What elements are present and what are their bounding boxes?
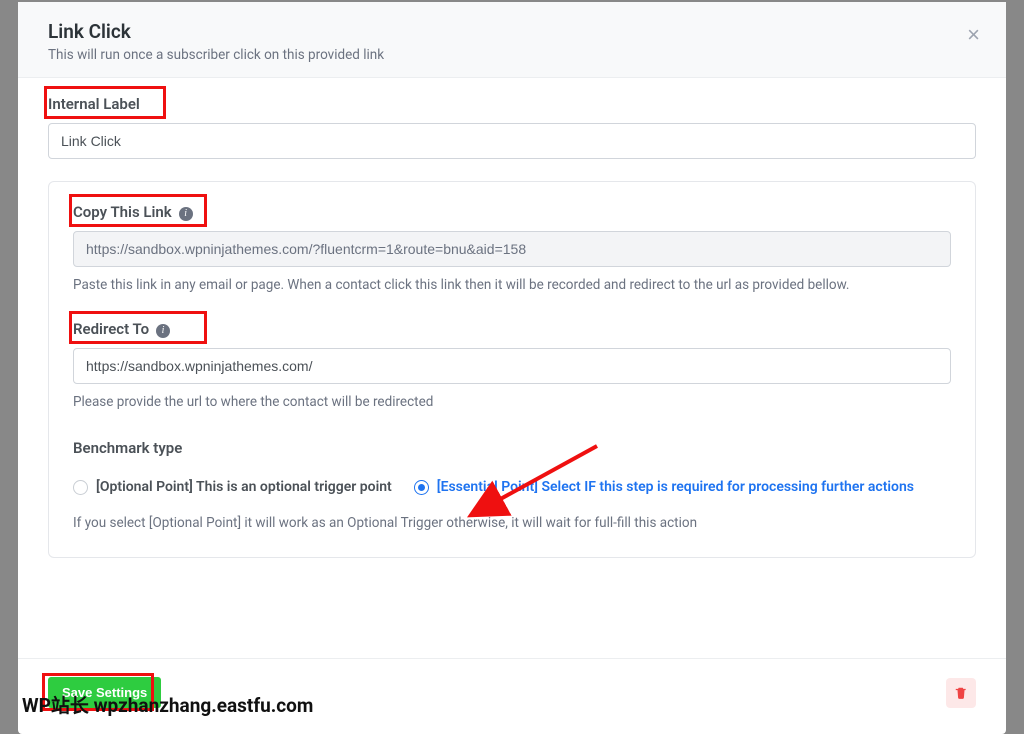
info-icon[interactable]: i: [156, 324, 170, 338]
radio-optional[interactable]: [Optional Point] This is an optional tri…: [73, 479, 392, 495]
benchmark-hint: If you select [Optional Point] it will w…: [73, 515, 951, 531]
radio-optional-label: [Optional Point] This is an optional tri…: [96, 479, 392, 495]
save-settings-button[interactable]: Save Settings: [48, 677, 161, 708]
redirect-heading: Redirect To: [73, 320, 149, 338]
settings-card: Copy This Link i Paste this link in any …: [48, 181, 976, 558]
info-icon[interactable]: i: [179, 207, 193, 221]
close-button[interactable]: ×: [967, 24, 980, 46]
redirect-input[interactable]: [73, 348, 951, 384]
copy-link-input[interactable]: [73, 231, 951, 267]
modal-header: Link Click This will run once a subscrib…: [18, 2, 1006, 78]
modal-title: Link Click: [48, 20, 976, 43]
benchmark-radio-group: [Optional Point] This is an optional tri…: [73, 479, 951, 495]
radio-icon: [414, 480, 429, 495]
modal-body: Internal Label Copy This Link i Paste th…: [18, 78, 1006, 658]
redirect-hint: Please provide the url to where the cont…: [73, 394, 951, 410]
close-icon: ×: [967, 22, 980, 47]
trash-icon: [954, 686, 968, 700]
link-click-modal: Link Click This will run once a subscrib…: [18, 2, 1006, 734]
benchmark-heading: Benchmark type: [73, 439, 182, 457]
modal-subtitle: This will run once a subscriber click on…: [48, 47, 976, 63]
radio-icon: [73, 480, 88, 495]
copy-link-hint: Paste this link in any email or page. Wh…: [73, 277, 951, 293]
delete-button[interactable]: [946, 678, 976, 708]
modal-footer: Save Settings: [18, 658, 1006, 734]
radio-essential-label: [Essential Point] Select IF this step is…: [437, 479, 914, 495]
radio-essential[interactable]: [Essential Point] Select IF this step is…: [414, 479, 914, 495]
internal-label-input[interactable]: [48, 123, 976, 159]
copy-link-heading: Copy This Link: [73, 203, 172, 221]
internal-label-heading: Internal Label: [48, 95, 140, 113]
